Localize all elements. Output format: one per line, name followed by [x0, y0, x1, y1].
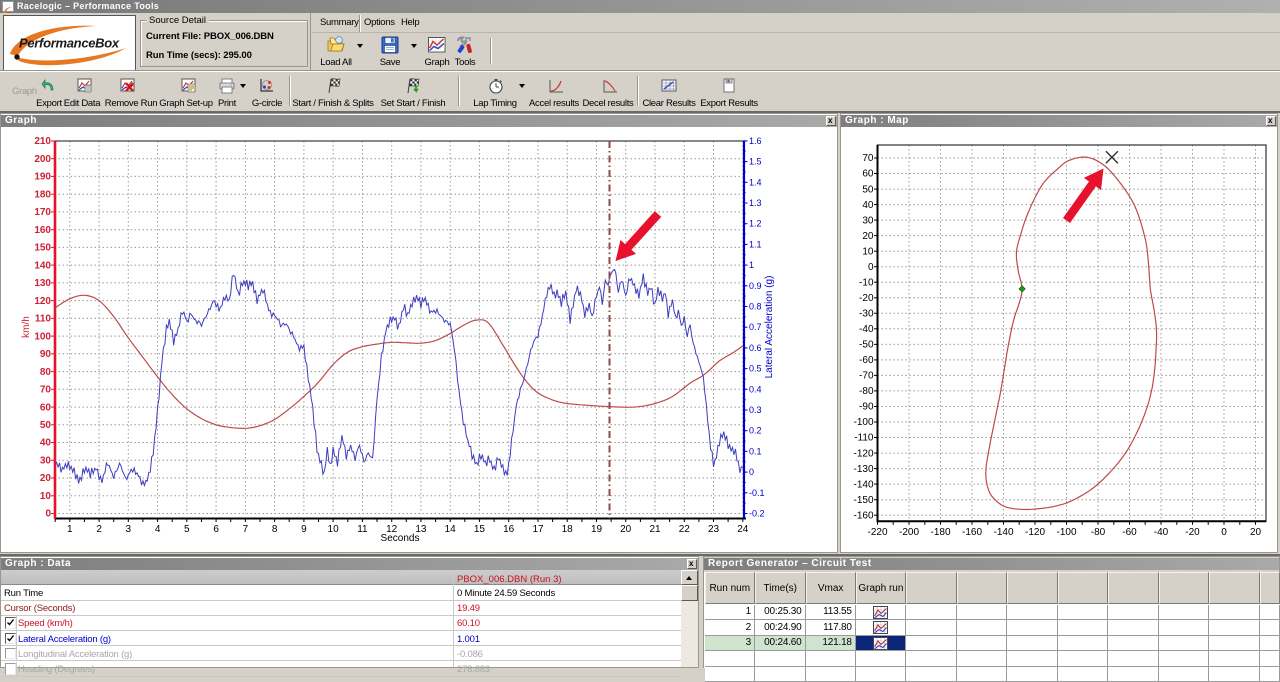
svg-text:-20: -20: [859, 293, 874, 304]
svg-text:-20: -20: [1185, 527, 1200, 538]
svg-text:-160: -160: [853, 510, 873, 521]
svg-text:-60: -60: [1122, 527, 1137, 538]
svg-text:60: 60: [862, 169, 874, 180]
svg-text:10: 10: [862, 246, 874, 257]
svg-text:-60: -60: [859, 355, 874, 366]
svg-text:-40: -40: [859, 324, 874, 335]
svg-text:-120: -120: [1025, 527, 1045, 538]
svg-text:-70: -70: [859, 371, 874, 382]
svg-text:0: 0: [1221, 527, 1227, 538]
svg-text:-30: -30: [859, 309, 874, 320]
svg-text:-200: -200: [899, 527, 919, 538]
svg-text:-40: -40: [1154, 527, 1169, 538]
svg-text:-110: -110: [854, 433, 874, 444]
svg-text:20: 20: [1250, 527, 1262, 538]
svg-text:-180: -180: [930, 527, 950, 538]
svg-text:50: 50: [862, 184, 874, 195]
svg-text:-80: -80: [859, 386, 874, 397]
svg-text:-220: -220: [867, 527, 887, 538]
svg-text:-90: -90: [859, 402, 874, 413]
svg-text:70: 70: [862, 153, 874, 164]
svg-text:-10: -10: [859, 277, 874, 288]
svg-text:0: 0: [868, 262, 874, 273]
svg-text:30: 30: [862, 215, 874, 226]
svg-text:-120: -120: [853, 448, 873, 459]
svg-text:-80: -80: [1091, 527, 1106, 538]
svg-text:-140: -140: [853, 479, 873, 490]
svg-text:-50: -50: [859, 340, 874, 351]
svg-text:-160: -160: [962, 527, 982, 538]
svg-text:-100: -100: [1056, 527, 1076, 538]
svg-text:-150: -150: [853, 495, 873, 506]
svg-text:-140: -140: [993, 527, 1013, 538]
svg-text:-100: -100: [853, 417, 873, 428]
svg-text:20: 20: [862, 231, 874, 242]
svg-text:-130: -130: [853, 464, 873, 475]
svg-text:40: 40: [862, 200, 874, 211]
